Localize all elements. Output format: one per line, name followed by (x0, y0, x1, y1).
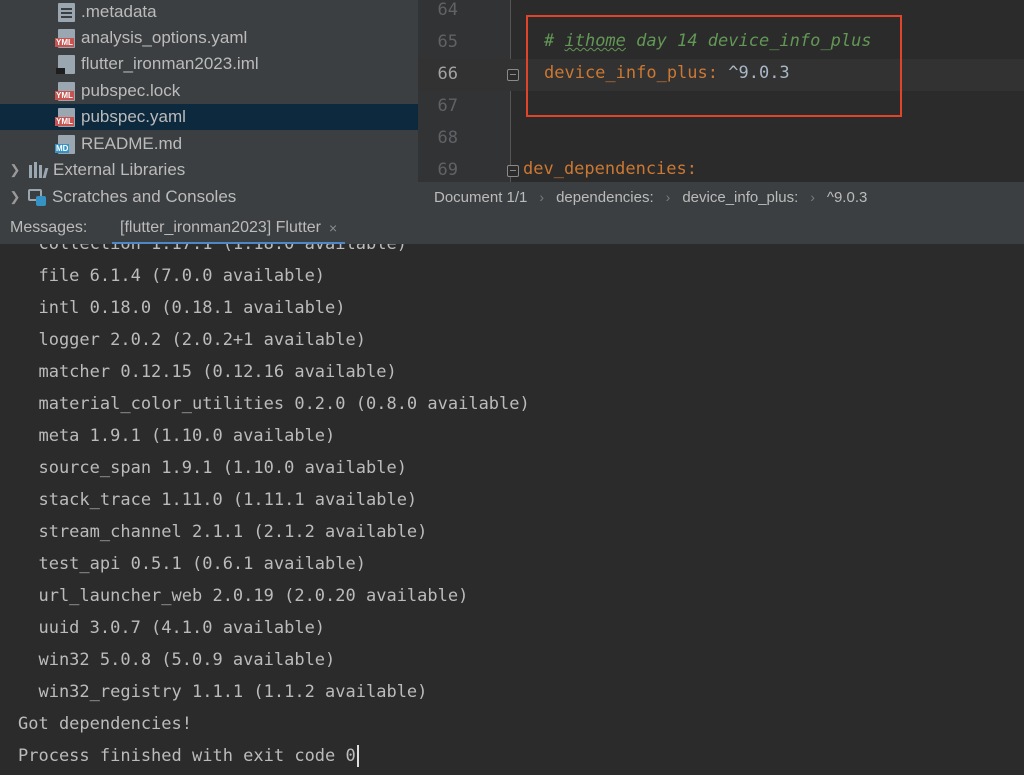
line-number: 68 (437, 128, 458, 148)
breadcrumb-item[interactable]: Document 1/1 (434, 189, 527, 206)
console-line: win32 5.0.8 (5.0.9 available) (18, 650, 336, 670)
console-line: Got dependencies! (18, 714, 192, 734)
console-line: logger 2.0.2 (2.0.2+1 available) (18, 330, 366, 350)
chevron-right-icon[interactable]: ❯ (8, 189, 22, 205)
libraries-icon (28, 161, 49, 179)
chevron-right-icon: › (810, 189, 815, 205)
close-icon[interactable]: × (329, 220, 337, 236)
console-line: intl 0.18.0 (0.18.1 available) (18, 298, 346, 318)
line-number: 64 (437, 0, 458, 20)
line-number: 66 (437, 64, 458, 84)
tree-item-pubspec-yaml[interactable]: pubspec.yaml (0, 104, 418, 130)
console-line: stream_channel 2.1.1 (2.1.2 available) (18, 522, 428, 542)
console-line: test_api 0.5.1 (0.6.1 available) (18, 554, 366, 574)
breadcrumb-item[interactable]: device_info_plus: (682, 189, 798, 206)
tree-item-label: .metadata (81, 2, 157, 21)
console-line: collection 1.17.1 (1.18.0 available) (18, 244, 407, 254)
console-line: file 6.1.4 (7.0.0 available) (18, 266, 326, 286)
console-line: source_span 1.9.1 (1.10.0 available) (18, 458, 407, 478)
tab-label: [flutter_ironman2023] Flutter (120, 219, 321, 236)
console-output[interactable]: collection 1.17.1 (1.18.0 available) fil… (0, 244, 1024, 775)
chevron-right-icon: › (665, 189, 671, 205)
yaml-colon: : (686, 159, 698, 179)
yaml-file-icon (55, 28, 75, 48)
markdown-file-icon (55, 134, 75, 154)
console-line: meta 1.9.1 (1.10.0 available) (18, 426, 336, 446)
tree-item-pubspec-lock[interactable]: pubspec.lock (0, 78, 418, 104)
tree-item-label: pubspec.yaml (81, 107, 186, 126)
messages-tab-bar: Messages: [flutter_ironman2023] Flutter … (0, 212, 1024, 246)
fold-marker-icon[interactable] (507, 165, 519, 177)
project-tree: .metadata analysis_options.yaml flutter_… (0, 0, 418, 212)
tree-item-label: README.md (81, 134, 183, 153)
yaml-entry: dev_dependencies: (523, 159, 697, 179)
tool-window-title: Messages: (10, 219, 88, 236)
tree-item-scratches[interactable]: ❯ Scratches and Consoles (0, 184, 418, 210)
line-number: 65 (437, 32, 458, 52)
line-number: 67 (437, 96, 458, 116)
chevron-right-icon[interactable]: ❯ (8, 162, 22, 178)
tree-item-label: Scratches and Consoles (52, 187, 237, 206)
scratches-icon (28, 188, 47, 206)
code-line[interactable]: 68 (418, 123, 1024, 155)
console-line: material_color_utilities 0.2.0 (0.8.0 av… (18, 394, 530, 414)
text-cursor (356, 745, 359, 767)
tree-item-external-libraries[interactable]: ❯ External Libraries (0, 157, 418, 183)
chevron-right-icon: › (539, 189, 545, 205)
console-line: url_launcher_web 2.0.19 (2.0.20 availabl… (18, 586, 469, 606)
yaml-key: dev_dependencies (523, 159, 687, 179)
tree-item-analysis-options[interactable]: analysis_options.yaml (0, 25, 418, 51)
yaml-file-icon (55, 107, 75, 127)
console-line-last: Process finished with exit code 0 (18, 740, 359, 772)
console-text: Process finished with exit code 0 (18, 746, 356, 766)
iml-file-icon (56, 54, 75, 74)
tree-item-label: flutter_ironman2023.iml (81, 54, 259, 73)
console-line: win32_registry 1.1.1 (1.1.2 available) (18, 682, 428, 702)
tab-flutter[interactable]: [flutter_ironman2023] Flutter × (112, 212, 346, 246)
tree-item-readme[interactable]: README.md (0, 131, 418, 157)
annotation-highlight-box (526, 15, 902, 117)
console-line: matcher 0.12.15 (0.12.16 available) (18, 362, 397, 382)
tree-item-iml[interactable]: flutter_ironman2023.iml (0, 51, 418, 77)
tree-item-label: pubspec.lock (81, 81, 181, 100)
tree-item-label: analysis_options.yaml (81, 28, 248, 47)
console-line: uuid 3.0.7 (4.1.0 available) (18, 618, 326, 638)
console-line: stack_trace 1.11.0 (1.11.1 available) (18, 490, 418, 510)
yaml-file-icon (55, 81, 75, 101)
line-number: 69 (437, 160, 458, 180)
breadcrumb-item[interactable]: dependencies: (556, 189, 654, 206)
breadcrumb-item[interactable]: ^9.0.3 (827, 189, 867, 206)
text-file-icon (58, 2, 75, 22)
tree-item-metadata[interactable]: .metadata (0, 0, 418, 25)
tree-item-label: External Libraries (53, 160, 186, 179)
breadcrumb: Document 1/1 › dependencies: › device_in… (418, 182, 1024, 212)
fold-marker-icon[interactable] (507, 69, 519, 81)
